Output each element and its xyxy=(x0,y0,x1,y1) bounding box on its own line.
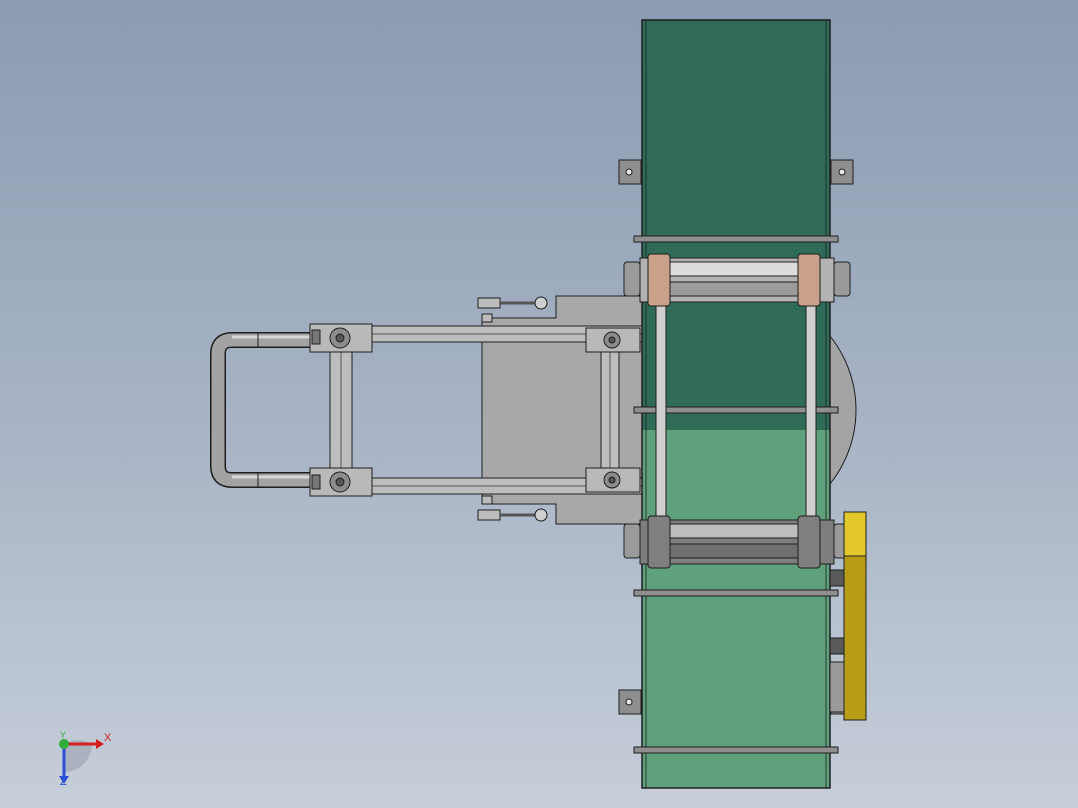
triad-labels: X Y Z xyxy=(48,728,118,798)
z-axis-label: Z xyxy=(60,776,67,788)
roller-top xyxy=(623,253,851,307)
x-axis-label: X xyxy=(104,732,112,744)
conveyor-belt-lower xyxy=(642,430,830,788)
bearing-block-bottom-left xyxy=(309,467,373,497)
bearing-block-top-mid xyxy=(585,327,641,353)
roller-bottom xyxy=(623,515,851,569)
push-handle xyxy=(210,332,318,488)
bearing-block-bottom-mid xyxy=(585,467,641,493)
conveyor-belt-upper xyxy=(642,20,830,430)
cad-model-viewport[interactable] xyxy=(0,0,1078,808)
y-axis-label: Y xyxy=(60,730,67,740)
bearing-block-top-left xyxy=(309,323,373,353)
